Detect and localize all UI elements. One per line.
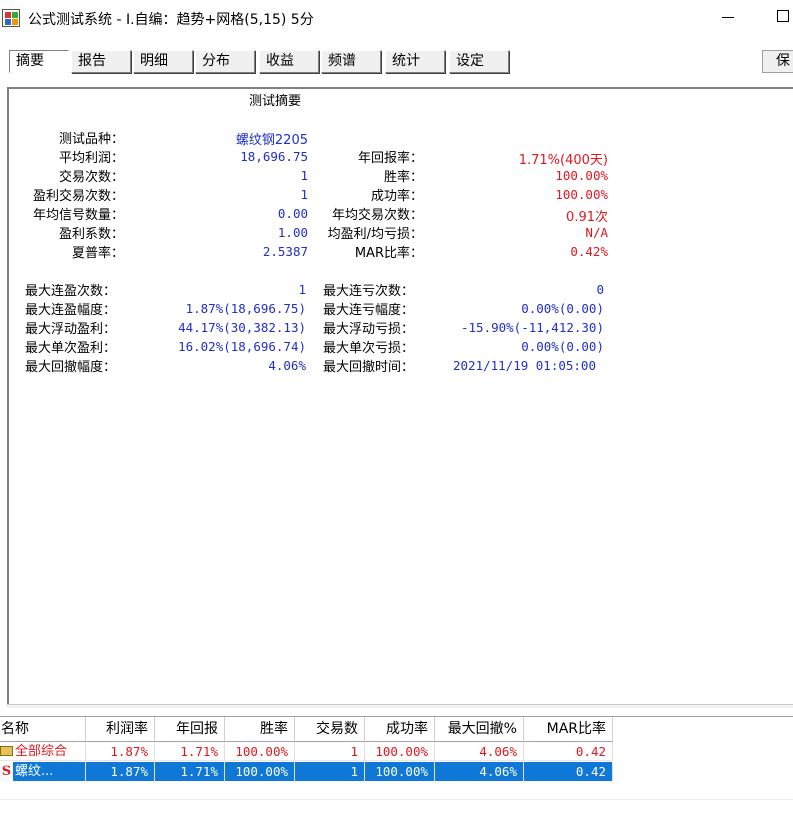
stat-label: MAR比率： (354, 246, 423, 261)
stat-value: 1.00 (277, 225, 308, 240)
stat-value: 0 (596, 282, 604, 297)
empty-row (0, 781, 793, 800)
stat-label: 最大回撤幅度： (25, 360, 117, 375)
column-header-mar-ratio[interactable]: MAR比率 (524, 717, 613, 742)
minimize-button[interactable] (722, 17, 734, 18)
stat-value: N/A (585, 225, 608, 240)
stat-value: 44.17%(30,382.13) (178, 320, 306, 335)
table-cell: 100.00% (225, 742, 295, 761)
table-cell: 100.00% (365, 742, 435, 761)
tab-settings[interactable]: 设定 (449, 50, 509, 73)
stat-label: 均盈利/均亏损： (327, 227, 423, 242)
save-button[interactable]: 保 (762, 50, 793, 73)
table-cell: 1.87% (86, 742, 155, 761)
stat-value: 100.00% (555, 187, 608, 202)
stat-label: 最大浮动亏损： (323, 322, 415, 337)
table-cell: 0.42 (524, 762, 613, 781)
tab-detail[interactable]: 明细 (133, 50, 193, 73)
stat-label: 胜率： (383, 170, 423, 185)
stat-label: 最大连盈次数： (25, 284, 117, 299)
column-header-success-rate[interactable]: 成功率 (365, 717, 435, 742)
stat-label: 盈利系数： (58, 227, 124, 242)
stat-label: 成功率： (370, 189, 423, 204)
title-bar: 公式测试系统 - I.自编：趋势+网格(5,15) 5分 (0, 0, 793, 36)
panel-scroll-edge (7, 704, 793, 708)
stat-value: 18,696.75 (240, 149, 308, 164)
stat-label: 最大连盈幅度： (25, 303, 117, 318)
stat-value: 1.71%(400天) (518, 153, 608, 168)
stat-value: 1 (300, 168, 308, 183)
stat-label: 交易次数： (58, 170, 124, 185)
stat-label: 夏普率： (71, 246, 124, 261)
stat-value: 1 (300, 187, 308, 202)
tab-report[interactable]: 报告 (71, 50, 131, 73)
stat-label: 盈利交易次数： (32, 189, 124, 204)
stat-label: 最大回撤时间： (323, 360, 415, 375)
summary-heading: 测试摘要 (249, 94, 302, 109)
stat-value: 0.91次 (566, 210, 608, 225)
folder-icon (0, 746, 13, 756)
stat-label: 最大连亏次数： (323, 284, 415, 299)
column-header-profit-rate[interactable]: 利润率 (86, 717, 155, 742)
table-cell: 4.06% (435, 742, 524, 761)
app-icon (2, 9, 20, 27)
stat-value: 1.87%(18,696.75) (185, 301, 306, 316)
stat-label: 最大浮动盈利： (25, 322, 117, 337)
maximize-button[interactable] (777, 10, 789, 22)
tab-distribution[interactable]: 分布 (195, 50, 255, 73)
table-cell: 0.42 (524, 742, 613, 761)
table-cell: 100.00% (225, 762, 295, 781)
stat-value: 16.02%(18,696.74) (178, 339, 306, 354)
tab-summary[interactable]: 摘要 (9, 50, 69, 73)
stat-label: 年回报率： (357, 151, 423, 166)
stat-value: 0.00 (277, 206, 308, 221)
column-header-max-drawdown[interactable]: 最大回撤% (435, 717, 524, 742)
stat-value: -15.90%(-11,412.30) (461, 320, 604, 335)
table-cell: 1.87% (86, 762, 155, 781)
s-icon: S (0, 762, 13, 781)
stat-value: 4.06% (268, 358, 306, 373)
table-cell: 4.06% (435, 762, 524, 781)
stat-value: 1 (298, 282, 306, 297)
column-header-name[interactable]: 名称 (0, 717, 86, 742)
stat-value: 螺纹钢2205 (235, 133, 308, 148)
column-header-annual-return[interactable]: 年回报 (155, 717, 225, 742)
table-cell: 1 (295, 742, 365, 761)
tab-returns[interactable]: 收益 (259, 50, 319, 73)
stat-label: 测试品种： (58, 132, 124, 147)
stat-label: 年均交易次数： (331, 208, 423, 223)
table-cell: 1.71% (155, 762, 225, 781)
stat-value: 100.00% (555, 168, 608, 183)
table-cell: 1 (295, 762, 365, 781)
empty-row (0, 800, 793, 813)
column-header-trade-count[interactable]: 交易数 (295, 717, 365, 742)
stat-value: 0.00%(0.00) (521, 301, 604, 316)
column-header-win-rate[interactable]: 胜率 (225, 717, 295, 742)
stat-value: 0.42% (570, 244, 608, 259)
window-title: 公式测试系统 - I.自编：趋势+网格(5,15) 5分 (28, 12, 314, 28)
stat-value: 2.5387 (262, 244, 308, 259)
table-cell: 1.71% (155, 742, 225, 761)
stat-value: 2021/11/19 01:05:00 (453, 358, 596, 373)
stat-value: 0.00%(0.00) (521, 339, 604, 354)
table-cell: 100.00% (365, 762, 435, 781)
stat-label: 最大单次亏损： (323, 341, 415, 356)
tab-statistics[interactable]: 统计 (385, 50, 445, 73)
tab-spectrum[interactable]: 频谱 (321, 50, 381, 73)
tab-bar: 摘要 报告 明细 分布 收益 频谱 统计 设定 (0, 48, 793, 76)
stat-label: 年均信号数量： (32, 208, 124, 223)
table-cell-name: S 螺纹... (0, 762, 86, 781)
stat-label: 最大单次盈利： (25, 341, 117, 356)
table-cell-name: 全部综合 (0, 742, 86, 761)
stat-label: 最大连亏幅度： (323, 303, 415, 318)
stat-label: 平均利润： (58, 151, 124, 166)
